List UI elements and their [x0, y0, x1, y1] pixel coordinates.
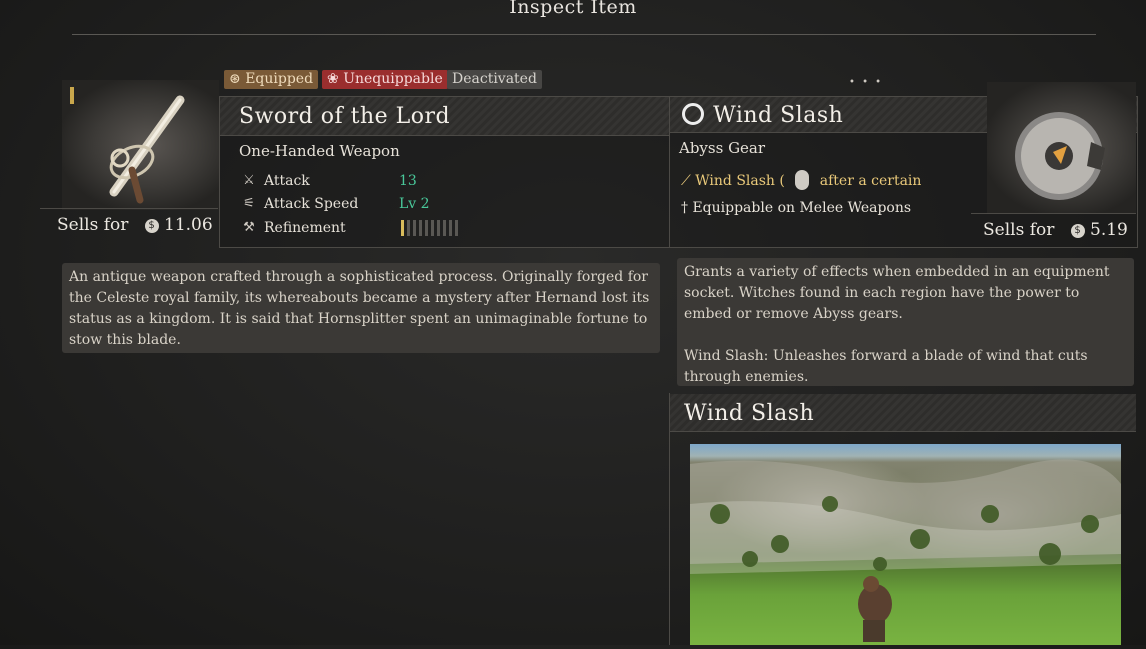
title-divider — [72, 34, 1096, 35]
skill-preview-video[interactable] — [690, 444, 1121, 645]
weapon-icon-frame[interactable] — [62, 80, 219, 210]
wind-icon: ⟋ — [681, 173, 691, 189]
sword-item-icon — [109, 95, 185, 204]
stat-value: Lv 2 — [399, 196, 430, 212]
weapon-sells-value: 11.06 — [164, 215, 213, 235]
speed-icon: ⚟ — [243, 196, 255, 211]
equipped-icon: ⊛ — [229, 71, 241, 87]
gear-sells-for: Sells for $ 5.19 — [983, 220, 1128, 240]
stat-label: Attack — [264, 173, 310, 189]
unequippable-icon: ❀ — [327, 71, 339, 87]
deactivated-tag: Deactivated — [447, 70, 542, 89]
stat-label: Attack Speed — [264, 196, 359, 212]
weapon-description: An antique weapon crafted through a soph… — [62, 263, 660, 353]
equipped-label: Equipped — [245, 71, 314, 87]
sword-icon: ⚔ — [243, 173, 255, 188]
gear-icon-frame[interactable] — [987, 82, 1136, 214]
refinement-segment — [425, 220, 428, 236]
equipped-marker — [70, 87, 74, 104]
screen-title: Inspect Item — [509, 0, 637, 18]
skill-condition: after a certain — [819, 173, 922, 189]
preview-title: Wind Slash — [684, 401, 815, 426]
refinement-segment — [419, 220, 422, 236]
gear-type: Abyss Gear — [679, 139, 766, 157]
abyss-gear-icon — [682, 103, 704, 125]
stat-row-refinement: ⚒ Refinement — [241, 219, 641, 243]
more-dots-icon[interactable]: • • • — [849, 77, 883, 88]
refinement-segment — [455, 220, 458, 236]
weapon-header: Sword of the Lord — [220, 97, 669, 136]
weapon-stats: ⚔ Attack 13 ⚟ Attack Speed Lv 2 ⚒ Refine… — [241, 172, 641, 243]
gear-sells-label: Sells for — [983, 220, 1055, 240]
gear-equip-line: † Equippable on Melee Weapons — [681, 200, 911, 216]
mouse-icon — [795, 170, 810, 190]
preview-header: Wind Slash — [670, 394, 1136, 432]
weapon-name: Sword of the Lord — [239, 104, 451, 129]
anvil-icon: ⚒ — [243, 220, 255, 235]
refinement-segment — [437, 220, 440, 236]
refinement-segment — [443, 220, 446, 236]
equip-line-text: Equippable on Melee Weapons — [692, 200, 912, 216]
stat-row-attack-speed: ⚟ Attack Speed Lv 2 — [241, 195, 641, 219]
player-character — [858, 576, 892, 642]
unequippable-label: Unequippable — [343, 71, 443, 87]
stat-row-attack: ⚔ Attack 13 — [241, 172, 641, 195]
abyss-gear-item-icon — [1015, 112, 1105, 200]
gear-description: Grants a variety of effects when embedde… — [677, 258, 1134, 386]
refinement-segment — [407, 220, 410, 236]
equipped-tag: ⊛ Equipped — [224, 70, 319, 89]
refinement-segment — [401, 220, 404, 236]
stat-label: Refinement — [264, 220, 346, 236]
refinement-segment — [431, 220, 434, 236]
melee-weapon-icon: † — [681, 200, 688, 216]
weapon-sells-label: Sells for — [57, 215, 129, 235]
weapon-sells-for: Sells for $ 11.06 — [57, 215, 213, 235]
stat-value: 13 — [399, 173, 417, 189]
skill-name: Wind Slash ( — [695, 173, 785, 189]
coin-icon: $ — [1070, 224, 1085, 238]
unequippable-tag: ❀ Unequippable — [322, 70, 448, 89]
refinement-segment — [449, 220, 452, 236]
weapon-type: One-Handed Weapon — [239, 142, 400, 160]
gear-sells-value: 5.19 — [1090, 220, 1128, 240]
gear-skill-line: ⟋ Wind Slash ( after a certain — [681, 170, 921, 190]
deactivated-label: Deactivated — [452, 71, 537, 87]
preview-scene — [690, 459, 1121, 642]
gear-description-2: Wind Slash: Unleashes forward a blade of… — [684, 348, 1088, 385]
gear-name: Wind Slash — [713, 103, 844, 128]
refinement-segment — [413, 220, 416, 236]
refinement-bar — [401, 220, 461, 240]
weapon-panel: Sword of the Lord One-Handed Weapon ⚔ At… — [219, 96, 670, 248]
gear-description-1: Grants a variety of effects when embedde… — [684, 264, 1110, 322]
coin-icon: $ — [144, 219, 159, 233]
